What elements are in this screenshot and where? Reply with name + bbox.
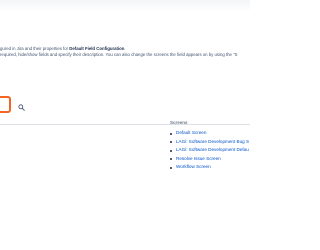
screen-link-label[interactable]: Workflow Screen <box>176 164 211 169</box>
screen-link-workflow[interactable]: Workflow Screen <box>170 163 249 172</box>
screen-link-resolve-issue[interactable]: Resolve Issue Screen <box>170 155 249 164</box>
description-period: . <box>124 46 126 51</box>
page-description: gured in Jira and their properties for D… <box>0 46 250 58</box>
top-bar <box>0 0 250 12</box>
screen-link-label[interactable]: Default Screen <box>176 130 206 135</box>
bullet-icon <box>170 141 172 144</box>
bullet-icon <box>170 158 172 161</box>
bullet-icon <box>170 166 172 169</box>
screen-link-label[interactable]: Resolve Issue Screen <box>176 156 221 161</box>
screen-link-label[interactable]: LAGi: Software Development Bug S <box>176 139 249 144</box>
screens-list: Default Screen LAGi: Software Developmen… <box>170 129 249 172</box>
screen-link-label[interactable]: LAGi: Software Development Defau <box>176 147 249 152</box>
search-icon[interactable] <box>18 104 25 111</box>
screen-link-default-screen[interactable]: Default Screen <box>170 129 249 138</box>
page: gured in Jira and their properties for D… <box>0 0 250 250</box>
highlighted-filter-field[interactable] <box>0 96 11 113</box>
screen-link-lagi-default[interactable]: LAGi: Software Development Defau <box>170 146 249 155</box>
table-header-divider <box>0 124 250 125</box>
bullet-icon <box>170 149 172 152</box>
screen-link-lagi-bug[interactable]: LAGi: Software Development Bug S <box>170 138 249 147</box>
description-line-2: required, hide/show fields and specify t… <box>0 52 238 57</box>
bullet-icon <box>170 132 172 135</box>
description-text: gured in Jira and their properties for <box>0 46 70 51</box>
field-configuration-name: Default Field Configuration <box>69 46 125 51</box>
